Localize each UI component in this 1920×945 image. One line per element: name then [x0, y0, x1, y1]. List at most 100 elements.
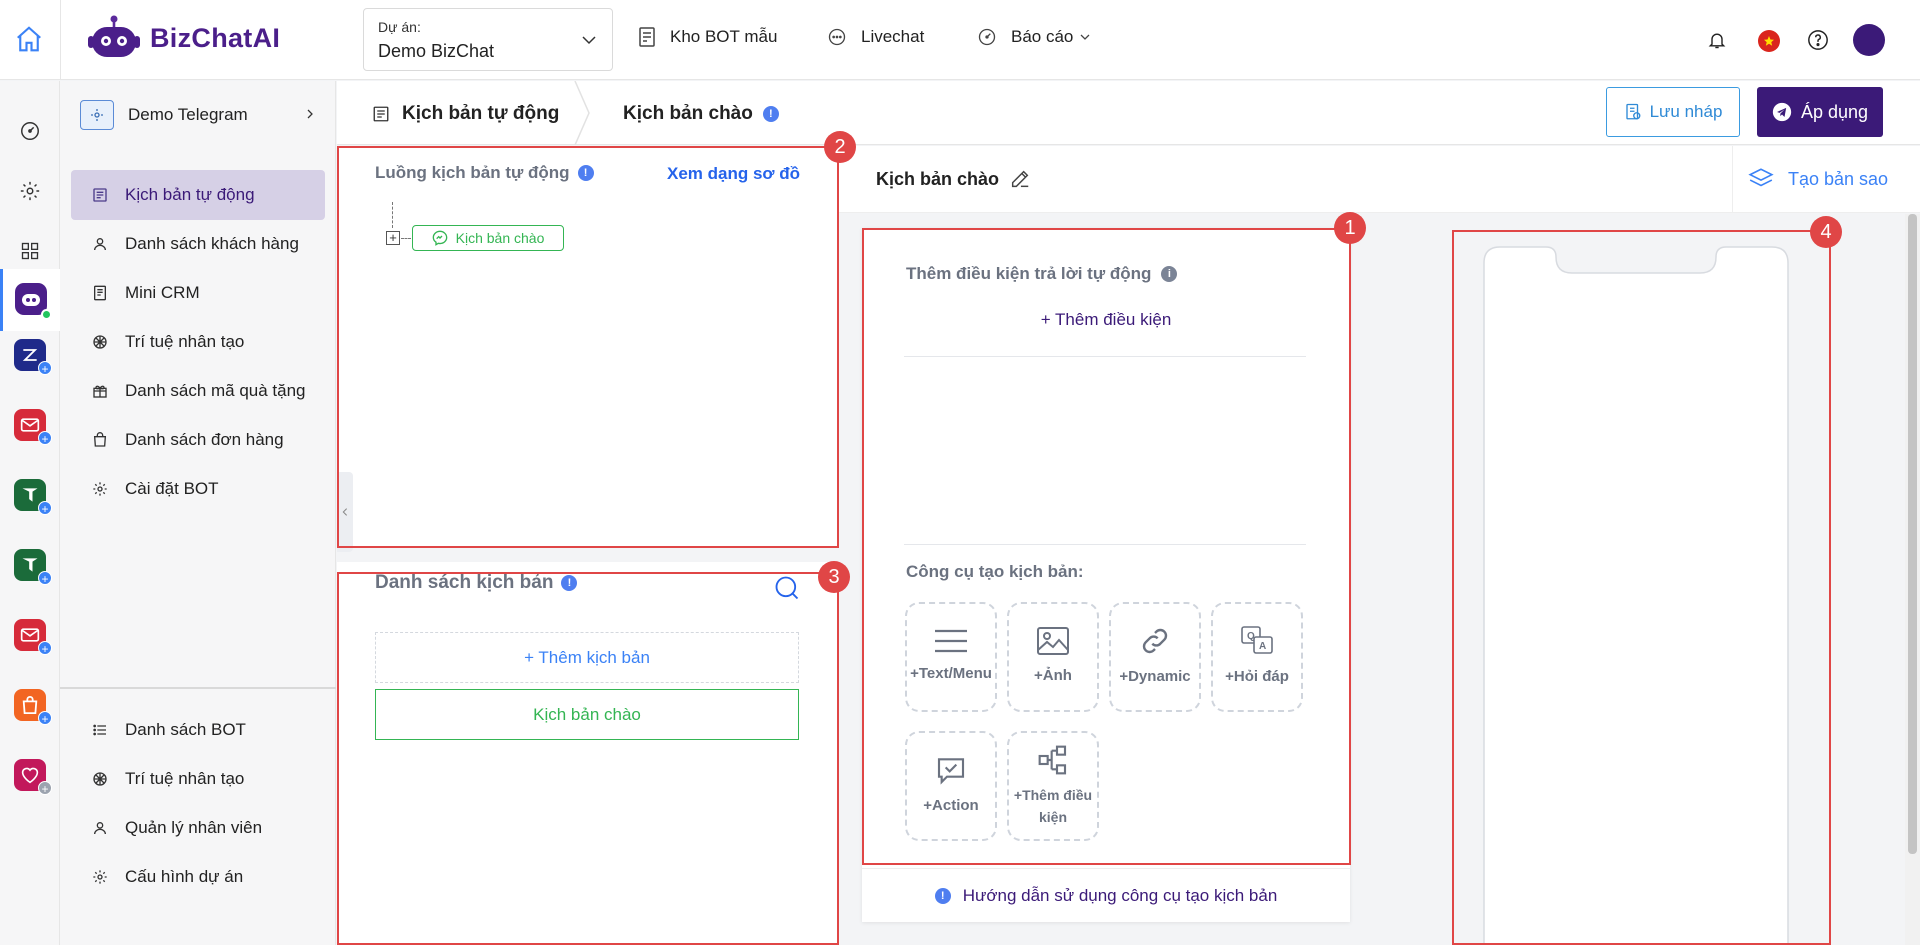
breadcrumb-separator	[573, 81, 593, 145]
add-badge-icon: +	[38, 361, 52, 376]
scrollbar-thumb[interactable]	[1908, 214, 1917, 854]
duplicate-button[interactable]: Tạo bản sao	[1748, 166, 1888, 192]
sidebar-item-mini-crm[interactable]: Mini CRM	[71, 268, 325, 318]
nav-reports[interactable]: Báo cáo	[977, 27, 1091, 47]
left-sidebar: Demo Telegram Kịch bản tự động Danh sách…	[60, 81, 336, 945]
sidebar-item-gift-codes[interactable]: Danh sách mã quà tặng	[71, 366, 325, 416]
gear-icon	[91, 868, 109, 886]
mail-app-icon[interactable]: +	[14, 409, 52, 446]
avatar[interactable]	[1853, 24, 1885, 56]
sidebar-item-label: Trí tuệ nhân tạo	[125, 332, 245, 351]
apply-button[interactable]: Áp dụng	[1757, 87, 1883, 137]
grid-apps-icon[interactable]	[14, 235, 46, 267]
gift-icon	[91, 382, 109, 400]
dashboard-icon	[977, 27, 997, 47]
annotation-badge-1: 1	[1334, 212, 1366, 244]
chevron-right-icon	[304, 107, 316, 121]
breadcrumb-current: Kịch bản chào !	[623, 103, 779, 125]
user-icon	[91, 819, 109, 837]
sidebar-item-label: Mini CRM	[125, 283, 200, 302]
nav-bot-templates[interactable]: Kho BOT mẫu	[638, 27, 777, 47]
bot-template-icon	[638, 27, 656, 47]
edit-pencil-icon[interactable]	[1009, 168, 1031, 190]
editor-header-divider	[1732, 146, 1733, 213]
annotation-box-1	[862, 228, 1351, 865]
logo[interactable]: BizChatAI	[88, 14, 280, 62]
info-icon[interactable]: !	[762, 106, 779, 122]
shopping-bag-icon	[91, 431, 109, 449]
bell-icon[interactable]	[1707, 29, 1727, 51]
chat-icon	[827, 27, 847, 47]
editor-header: Kịch bản chào Tạo bản sao	[838, 146, 1920, 213]
sidebar-item-bot-list[interactable]: Danh sách BOT	[71, 705, 325, 755]
annotation-badge-2: 2	[824, 131, 856, 163]
gear-icon	[91, 480, 109, 498]
zalo-app-icon[interactable]: +	[14, 339, 52, 376]
mail-app-icon-2[interactable]: +	[14, 619, 52, 656]
add-badge-icon: +	[38, 641, 52, 656]
add-badge-icon: +	[38, 501, 52, 516]
project-select[interactable]: Dự án: Demo BizChat	[363, 8, 613, 71]
add-badge-icon: +	[38, 781, 52, 796]
sidebar-item-ai[interactable]: Trí tuệ nhân tạo	[71, 317, 325, 367]
t-app-icon[interactable]: +	[14, 479, 52, 516]
ai-knot-icon	[91, 770, 109, 788]
sub-header: Kịch bản tự động Kịch bản chào ! Lưu nhá…	[337, 81, 1920, 145]
icon-rail: + + + + + + +	[0, 81, 60, 945]
scrollbar-track[interactable]	[1905, 214, 1920, 945]
sidebar-divider	[60, 687, 336, 689]
sidebar-item-label: Trí tuệ nhân tạo	[125, 769, 245, 788]
save-draft-label: Lưu nháp	[1649, 102, 1723, 121]
guide-link[interactable]: ! Hướng dẫn sử dụng công cụ tạo kịch bản	[862, 868, 1350, 922]
apply-label: Áp dụng	[1800, 101, 1869, 122]
annotation-badge-4: 4	[1810, 216, 1842, 248]
help-icon[interactable]	[1807, 29, 1829, 51]
bot-selector[interactable]: Demo Telegram	[80, 97, 320, 133]
script-list-icon	[372, 105, 390, 123]
vietnam-flag-icon[interactable]	[1758, 30, 1780, 52]
telegram-icon	[1772, 102, 1792, 122]
add-badge-icon: +	[38, 571, 52, 586]
sidebar-item-label: Danh sách khách hàng	[125, 234, 299, 253]
annotation-box-4	[1452, 230, 1831, 945]
shopping-app-icon[interactable]: +	[14, 689, 52, 726]
sidebar-item-staff[interactable]: Quản lý nhân viên	[71, 803, 325, 853]
guide-label: Hướng dẫn sử dụng công cụ tạo kịch bản	[962, 885, 1278, 905]
annotation-box-2	[337, 146, 839, 548]
online-dot	[41, 309, 52, 320]
sidebar-item-ai-global[interactable]: Trí tuệ nhân tạo	[71, 754, 325, 804]
annotation-box-3	[337, 572, 839, 945]
gear-icon[interactable]	[14, 175, 46, 207]
bot-name: Demo Telegram	[128, 105, 248, 124]
t-app-icon-2[interactable]: +	[14, 549, 52, 586]
project-label: Dự án:	[378, 19, 421, 35]
breadcrumb-label: Kịch bản chào	[623, 103, 753, 124]
sidebar-item-auto-scripts[interactable]: Kịch bản tự động	[71, 170, 325, 220]
sidebar-item-project-config[interactable]: Cấu hình dự án	[71, 852, 325, 902]
nav-label: Kho BOT mẫu	[670, 27, 778, 46]
nav-label: Báo cáo	[1011, 27, 1074, 46]
sidebar-item-label: Cấu hình dự án	[125, 867, 244, 886]
save-draft-button[interactable]: Lưu nháp	[1606, 87, 1740, 137]
sidebar-item-label: Danh sách mã quà tặng	[125, 381, 306, 400]
nav-livechat[interactable]: Livechat	[827, 27, 924, 47]
duplicate-label: Tạo bản sao	[1788, 168, 1889, 189]
editor-title: Kịch bản chào	[876, 168, 1031, 190]
bot-settings-icon	[80, 100, 114, 130]
sidebar-item-bot-settings[interactable]: Cài đặt BOT	[71, 464, 325, 514]
add-badge-icon: +	[38, 711, 52, 726]
heart-app-icon[interactable]: +	[14, 759, 52, 796]
sidebar-item-customers[interactable]: Danh sách khách hàng	[71, 219, 325, 269]
add-badge-icon: +	[38, 431, 52, 446]
chevron-down-icon	[1079, 31, 1091, 43]
rail-active-item[interactable]	[0, 269, 60, 331]
breadcrumb-auto-scripts[interactable]: Kịch bản tự động	[372, 103, 559, 125]
logo-text: BizChatAI	[150, 22, 281, 53]
sidebar-item-orders[interactable]: Danh sách đơn hàng	[71, 415, 325, 465]
dashboard-icon[interactable]	[14, 115, 46, 147]
layers-icon	[1748, 166, 1774, 192]
home-icon[interactable]	[14, 24, 44, 54]
ai-knot-icon	[91, 333, 109, 351]
annotation-badge-3: 3	[818, 561, 850, 593]
chevron-down-icon	[580, 31, 598, 49]
